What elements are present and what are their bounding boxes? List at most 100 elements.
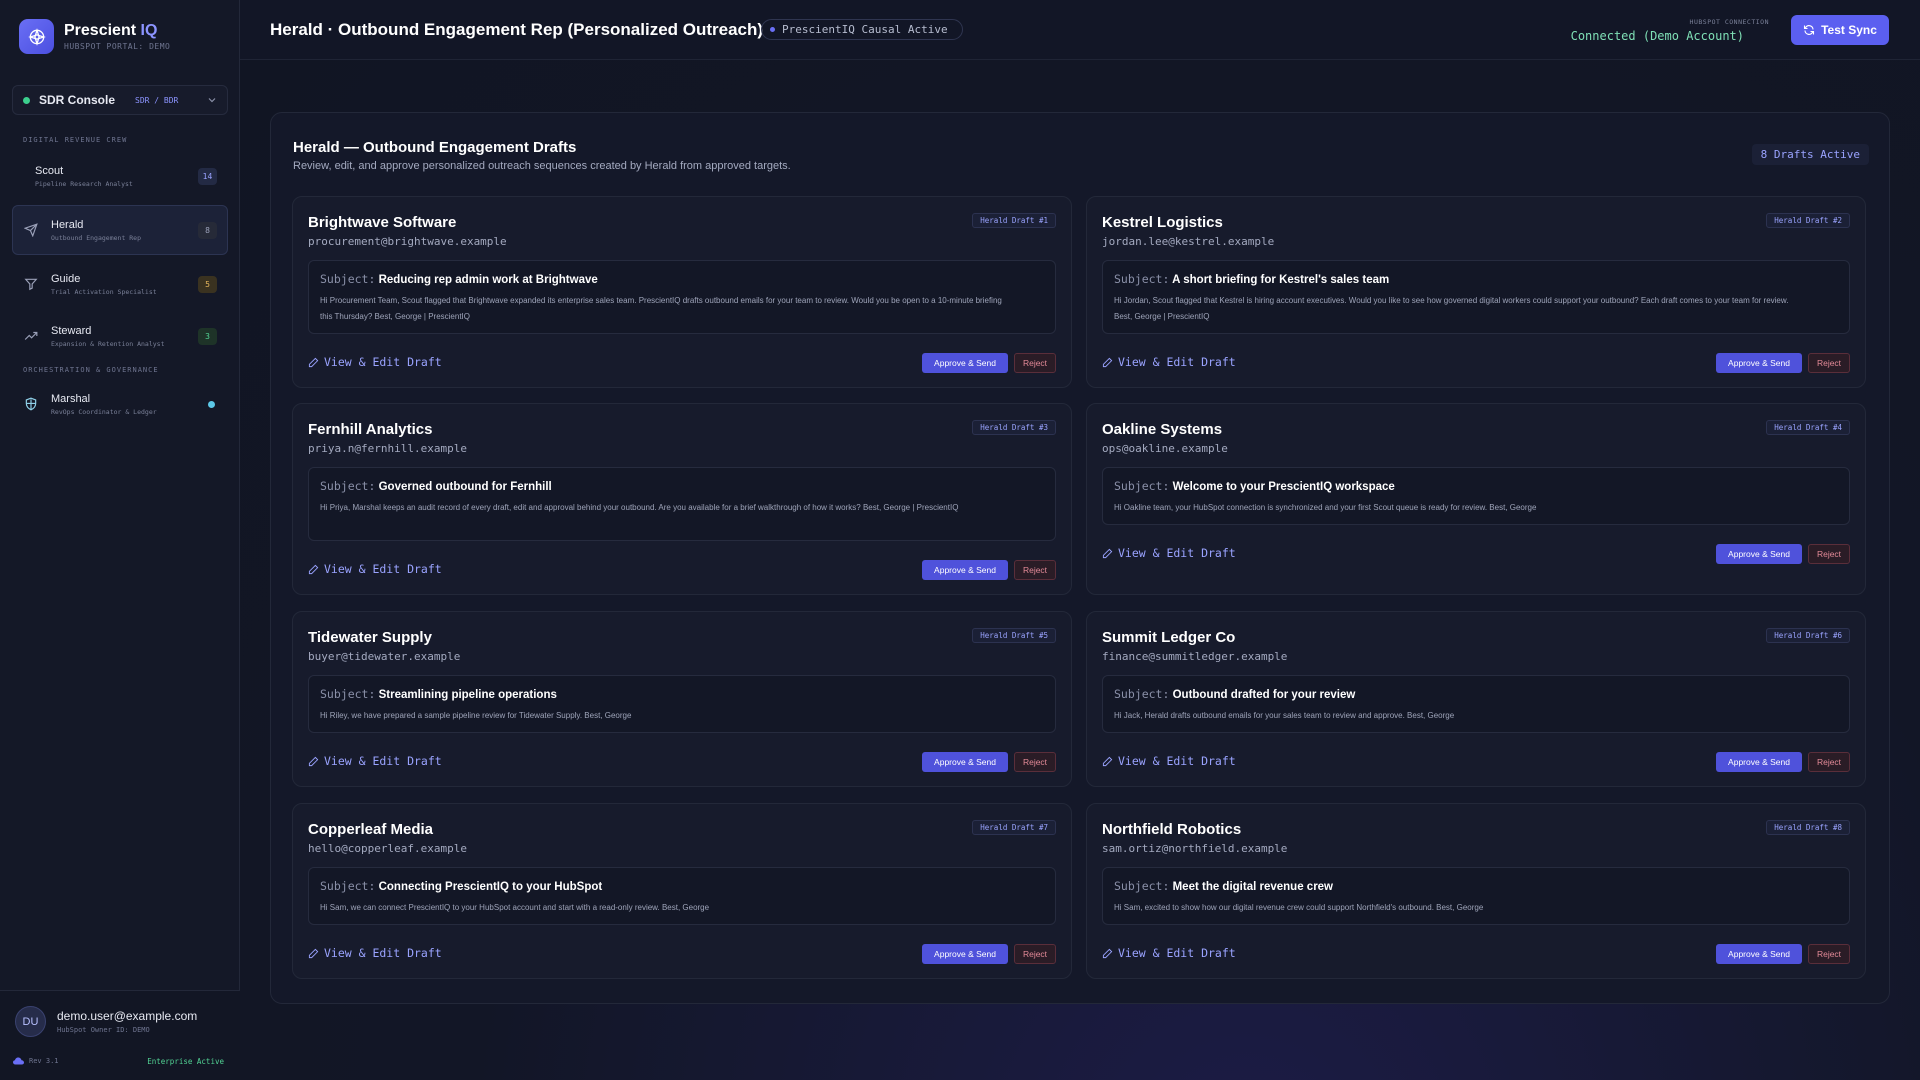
cloud-icon xyxy=(13,1057,24,1065)
owner-id: HubSpot Owner ID: DEMO xyxy=(57,1026,150,1034)
message-body: Hi Oakline team, your HubSpot connection… xyxy=(1114,503,1537,512)
sidebar-item-guide[interactable]: Guide Trial Activation Specialist 5 xyxy=(12,259,228,309)
sidebar-item-sublabel: Outbound Engagement Rep xyxy=(51,233,142,242)
reject-button[interactable]: Reject xyxy=(1808,353,1850,373)
company-name: Brightwave Software xyxy=(308,214,457,231)
draft-tag: Herald Draft #2 xyxy=(1766,213,1850,228)
count-badge: 5 xyxy=(198,275,217,293)
message-body: Hi Riley, we have prepared a sample pipe… xyxy=(320,711,632,720)
shield-icon xyxy=(23,396,39,412)
approve-send-button[interactable]: Approve & Send xyxy=(1716,752,1802,772)
panel-title: Herald — Outbound Engagement Drafts xyxy=(293,139,577,156)
test-sync-button[interactable]: Test Sync xyxy=(1791,15,1889,45)
sidebar-item-sublabel: Expansion & Retention Analyst xyxy=(51,339,165,348)
status-dot xyxy=(208,400,215,408)
sidebar-item-sublabel: Trial Activation Specialist xyxy=(51,287,157,296)
view-edit-draft-link[interactable]: View & Edit Draft xyxy=(308,562,442,576)
view-edit-draft-link[interactable]: View & Edit Draft xyxy=(1102,946,1236,960)
brand-subtitle: HUBSPOT PORTAL: DEMO xyxy=(64,42,171,51)
company-name: Kestrel Logistics xyxy=(1102,214,1223,231)
draft-card: Northfield Robotics sam.ortiz@northfield.… xyxy=(1086,803,1866,979)
reject-button[interactable]: Reject xyxy=(1014,944,1056,964)
message-body: Hi Sam, we can connect PrescientIQ to yo… xyxy=(320,903,710,912)
view-edit-draft-link[interactable]: View & Edit Draft xyxy=(1102,355,1236,369)
sidebar-item-steward[interactable]: Steward Expansion & Retention Analyst 3 xyxy=(12,311,228,361)
message-preview: Subject: Outbound drafted for your revie… xyxy=(1102,675,1850,733)
sidebar-item-label: Guide xyxy=(51,272,81,285)
user-profile[interactable]: DU demo.user@example.com HubSpot Owner I… xyxy=(0,990,240,1080)
approve-send-button[interactable]: Approve & Send xyxy=(922,944,1008,964)
draft-card: Kestrel Logistics jordan.lee@kestrel.exam… xyxy=(1086,196,1866,388)
reject-button[interactable]: Reject xyxy=(1014,560,1056,580)
message-body: Hi Jordan, Scout flagged that Kestrel is… xyxy=(1114,296,1789,321)
company-name: Fernhill Analytics xyxy=(308,421,433,438)
sidebar-item-herald[interactable]: Herald Outbound Engagement Rep 8 xyxy=(12,205,228,255)
message-preview: Subject: Meet the digital revenue crew Hi… xyxy=(1102,867,1850,925)
approve-send-button[interactable]: Approve & Send xyxy=(1716,544,1802,564)
subject-label: Subject: xyxy=(1114,272,1170,286)
view-edit-draft-link[interactable]: View & Edit Draft xyxy=(308,355,442,369)
subject-line: Subject: Welcome to your PrescientIQ wor… xyxy=(1114,479,1838,493)
contact-email: finance@summitledger.example xyxy=(1102,650,1288,663)
count-badge: 3 xyxy=(198,327,217,345)
sidebar-item-scout[interactable]: Scout Pipeline Research Analyst 14 xyxy=(12,151,228,201)
pencil-icon xyxy=(308,564,319,574)
subject-text: Connecting PrescientIQ to your HubSpot xyxy=(378,881,603,893)
draft-card: Brightwave Software procurement@brightwav… xyxy=(292,196,1072,388)
chevron-down-icon xyxy=(207,95,217,105)
view-edit-label: View & Edit Draft xyxy=(1118,355,1236,369)
count-badge: 8 xyxy=(198,221,217,239)
subject-text: Reducing rep admin work at Brightwave xyxy=(378,274,598,286)
sidebar-item-sublabel: RevOps Coordinator & Ledger xyxy=(51,407,157,416)
test-sync-label: Test Sync xyxy=(1821,23,1877,37)
panel-description: Review, edit, and approve personalized o… xyxy=(293,160,791,172)
approve-send-button[interactable]: Approve & Send xyxy=(922,353,1008,373)
reject-button[interactable]: Reject xyxy=(1014,752,1056,772)
message-body: Hi Priya, Marshal keeps an audit record … xyxy=(320,503,959,512)
trending-up-icon xyxy=(23,328,39,344)
pencil-icon xyxy=(1102,948,1113,958)
pencil-icon xyxy=(1102,548,1113,558)
view-edit-draft-link[interactable]: View & Edit Draft xyxy=(308,946,442,960)
causal-status-badge: PrescientIQ Causal Active xyxy=(761,19,963,40)
subject-line: Subject: Streamlining pipeline operation… xyxy=(320,687,1044,701)
view-edit-draft-link[interactable]: View & Edit Draft xyxy=(308,754,442,768)
message-preview: Subject: Governed outbound for Fernhill H… xyxy=(308,467,1056,541)
view-edit-label: View & Edit Draft xyxy=(1118,946,1236,960)
send-icon xyxy=(23,222,39,238)
brand[interactable]: Prescient IQ HUBSPOT PORTAL: DEMO xyxy=(19,19,170,54)
console-selector[interactable]: SDR Console SDR / BDR xyxy=(12,85,228,115)
reject-button[interactable]: Reject xyxy=(1808,544,1850,564)
contact-email: sam.ortiz@northfield.example xyxy=(1102,842,1288,855)
subject-label: Subject: xyxy=(1114,879,1170,893)
pencil-icon xyxy=(1102,756,1113,766)
console-label: SDR Console xyxy=(39,93,116,107)
message-preview: Subject: A short briefing for Kestrel's … xyxy=(1102,260,1850,334)
view-edit-label: View & Edit Draft xyxy=(1118,754,1236,768)
sidebar-item-marshal[interactable]: Marshal RevOps Coordinator & Ledger xyxy=(12,379,228,429)
drafts-panel: Herald — Outbound Engagement Drafts Revi… xyxy=(270,112,1890,1004)
console-tag: SDR / BDR xyxy=(135,95,179,105)
sidebar-item-label: Marshal xyxy=(51,392,91,405)
reject-button[interactable]: Reject xyxy=(1014,353,1056,373)
message-preview: Subject: Welcome to your PrescientIQ wor… xyxy=(1102,467,1850,525)
reject-button[interactable]: Reject xyxy=(1808,752,1850,772)
page-title: Herald · Outbound Engagement Rep (Person… xyxy=(270,20,764,39)
pencil-icon xyxy=(308,948,319,958)
message-body: Hi Sam, excited to show how our digital … xyxy=(1114,903,1484,912)
sidebar-item-sublabel: Pipeline Research Analyst xyxy=(35,179,133,188)
reject-button[interactable]: Reject xyxy=(1808,944,1850,964)
subject-label: Subject: xyxy=(320,687,376,701)
company-name: Oakline Systems xyxy=(1102,421,1223,438)
approve-send-button[interactable]: Approve & Send xyxy=(1716,353,1802,373)
view-edit-label: View & Edit Draft xyxy=(1118,546,1236,560)
approve-send-button[interactable]: Approve & Send xyxy=(922,560,1008,580)
view-edit-draft-link[interactable]: View & Edit Draft xyxy=(1102,546,1236,560)
plan-status: Enterprise Active xyxy=(147,1057,224,1066)
approve-send-button[interactable]: Approve & Send xyxy=(922,752,1008,772)
message-preview: Subject: Reducing rep admin work at Brig… xyxy=(308,260,1056,334)
approve-send-button[interactable]: Approve & Send xyxy=(1716,944,1802,964)
view-edit-draft-link[interactable]: View & Edit Draft xyxy=(1102,754,1236,768)
message-body: Hi Jack, Herald drafts outbound emails f… xyxy=(1114,711,1455,720)
connection-status: Connected (Demo Account) xyxy=(1570,29,1744,43)
